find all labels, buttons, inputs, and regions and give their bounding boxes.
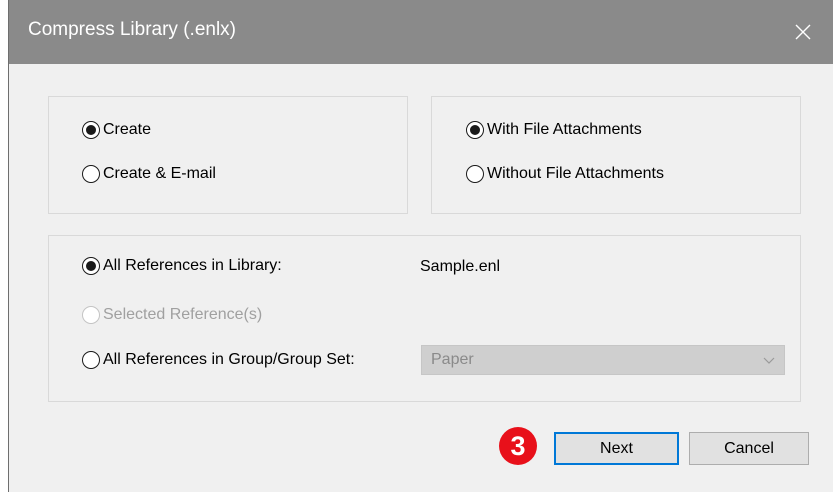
radio-create[interactable]: Create <box>82 118 151 142</box>
radio-all-references-indicator <box>82 257 100 275</box>
radio-with-attachments[interactable]: With File Attachments <box>466 118 642 142</box>
radio-without-attachments-label: Without File Attachments <box>487 165 664 182</box>
radio-with-attachments-indicator <box>466 121 484 139</box>
group-select: Paper <box>421 345 785 375</box>
radio-create-email[interactable]: Create & E-mail <box>82 162 216 186</box>
cancel-button[interactable]: Cancel <box>689 432 809 465</box>
radio-without-attachments-indicator <box>466 165 484 183</box>
radio-selected-references-label: Selected Reference(s) <box>103 306 263 323</box>
close-button[interactable] <box>773 0 833 64</box>
radio-selected-references: Selected Reference(s) <box>82 303 262 327</box>
library-name: Sample.enl <box>420 258 501 275</box>
radio-selected-references-indicator <box>82 306 100 324</box>
title-bar[interactable]: Compress Library (.enlx) <box>9 0 833 64</box>
radio-create-email-indicator <box>82 165 100 183</box>
group-select-value: Paper <box>431 351 474 368</box>
next-button-label: Next <box>600 439 633 457</box>
radio-create-indicator <box>82 121 100 139</box>
radio-group-references-indicator <box>82 351 100 369</box>
radio-create-label: Create <box>103 121 152 138</box>
radio-without-attachments[interactable]: Without File Attachments <box>466 162 664 186</box>
radio-create-email-label: Create & E-mail <box>103 165 216 182</box>
close-icon <box>795 24 811 40</box>
chevron-down-icon <box>763 357 775 364</box>
compress-library-dialog: Compress Library (.enlx) Create Create &… <box>8 0 833 492</box>
radio-with-attachments-label: With File Attachments <box>487 121 642 138</box>
next-button[interactable]: Next <box>554 432 679 465</box>
radio-group-references[interactable]: All References in Group/Group Set: <box>82 348 355 372</box>
step-badge: 3 <box>499 427 537 465</box>
cancel-button-label: Cancel <box>724 439 774 457</box>
create-options-group <box>48 96 408 214</box>
radio-all-references-label: All References in Library: <box>103 257 282 274</box>
attachment-options-group <box>431 96 801 214</box>
radio-all-references[interactable]: All References in Library: <box>82 254 282 278</box>
window-title: Compress Library (.enlx) <box>28 19 236 40</box>
radio-group-references-label: All References in Group/Group Set: <box>103 351 355 368</box>
